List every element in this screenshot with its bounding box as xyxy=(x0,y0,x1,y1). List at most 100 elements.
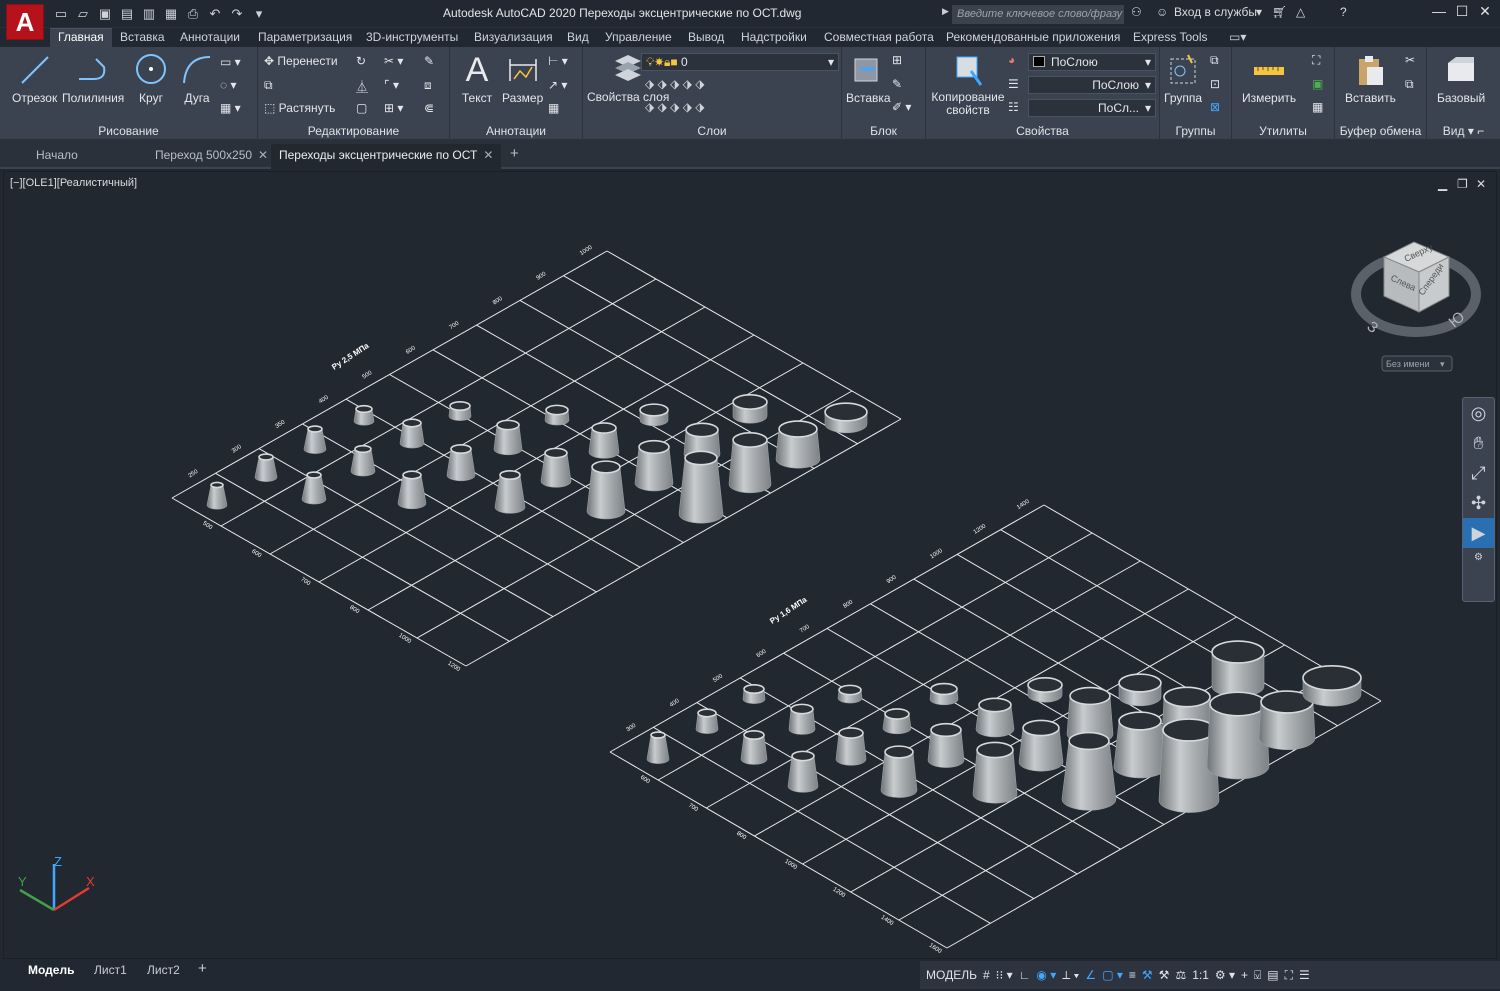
tab-express-tools[interactable]: Express Tools xyxy=(1133,30,1207,44)
annotation-panel-label[interactable]: Аннотации xyxy=(450,124,582,138)
tab-model-layout[interactable]: Модель xyxy=(28,963,74,977)
layer-tools-row2-icons[interactable]: ⬗ ⬗ ⬗ ⬗ ⬗ xyxy=(645,100,704,114)
auto-scale-icon[interactable]: ⚒ xyxy=(1159,968,1170,982)
drawing-viewport[interactable]: [−][OLE1][Реалистичный] ▁ ❐ ✕ 250 300 350 4… xyxy=(3,171,1497,959)
color-dropdown[interactable]: ПоСлою ▾ xyxy=(1028,53,1156,71)
orbit-icon[interactable]: ✣ xyxy=(1463,488,1494,518)
block-attributes-icon[interactable]: ✐ ▾ xyxy=(892,100,911,114)
a360-icon[interactable]: △ xyxy=(1296,5,1305,19)
clean-screen-icon[interactable]: ⛶ xyxy=(1285,968,1293,983)
application-menu-button[interactable]: A xyxy=(6,4,44,40)
isodraft-icon[interactable]: ⟂ ▾ xyxy=(1062,968,1079,983)
modify-panel-label[interactable]: Редактирование xyxy=(258,124,449,138)
group-edit-icon[interactable]: ⊡ xyxy=(1210,77,1220,91)
signin-dropdown-icon[interactable]: ▾ xyxy=(1256,5,1262,19)
linear-dim-icon[interactable]: ⊢ ▾ xyxy=(548,54,568,68)
tab-parametric[interactable]: Параметризация xyxy=(258,30,352,44)
hatch-icon[interactable]: ◌ ▾ xyxy=(220,78,237,92)
osnap-tracking-icon[interactable]: ∠ xyxy=(1085,968,1096,982)
arc-tool[interactable]: Дуга xyxy=(180,51,214,105)
showmotion-icon[interactable]: ▶ xyxy=(1463,518,1494,548)
tab-3d-tools[interactable]: 3D-инструменты xyxy=(366,30,458,44)
fillet-icon[interactable]: ⌜ ▾ xyxy=(384,78,399,92)
stretch-tool[interactable]: ⬚ Растянуть xyxy=(264,101,335,115)
close-window-icon[interactable]: ✕ xyxy=(1474,3,1496,20)
units-icon[interactable]: ⍌ xyxy=(1254,968,1261,983)
copy-clip-icon[interactable]: ⧉ xyxy=(1405,77,1414,92)
viewcube[interactable]: Сверху Слева Спереди З Ю xyxy=(1351,241,1481,337)
offset-icon[interactable]: ⋐ xyxy=(424,101,434,115)
print-icon[interactable]: ⎙ xyxy=(184,5,202,23)
customize-status-icon[interactable]: ☰ xyxy=(1299,968,1310,982)
array-icon[interactable]: ⊞ ▾ xyxy=(384,101,403,115)
mirror-icon[interactable]: ⏅ xyxy=(356,78,368,95)
tab-visualize[interactable]: Визуализация xyxy=(474,30,553,44)
workspace-gear-icon[interactable]: ⚙ ▾ xyxy=(1215,968,1235,982)
tab-document-2[interactable]: Переходы эксцентрические по ОСТ ✕ xyxy=(271,144,502,169)
web-mobile-save-icon[interactable]: ▦ xyxy=(162,5,180,23)
annotation-scale-value[interactable]: 1:1 xyxy=(1192,968,1209,982)
model-space-canvas[interactable]: 250 300 350 400 500 600 700 800 900 1000 500 600 700… xyxy=(4,172,1496,958)
ucs-menu[interactable]: Без имени ▾ xyxy=(1381,355,1453,372)
store-cart-icon[interactable]: 🛒︎ xyxy=(1272,5,1287,19)
binoculars-icon[interactable]: ⚇ xyxy=(1131,5,1142,19)
calculator-icon[interactable]: ▦ xyxy=(1312,100,1323,114)
select-similar-icon[interactable]: ⛶ xyxy=(1312,53,1320,68)
tab-manage[interactable]: Управление xyxy=(605,30,672,44)
customize-qat-icon[interactable]: ▾ xyxy=(250,5,268,23)
properties-panel-label[interactable]: Свойства xyxy=(926,124,1159,138)
new-file-icon[interactable]: ▭ xyxy=(52,5,70,23)
annotation-monitor-icon[interactable]: + xyxy=(1241,968,1248,982)
match-properties-tool[interactable]: Копирование свойств xyxy=(930,51,1006,117)
groups-panel-label[interactable]: Группы xyxy=(1160,124,1231,138)
tab-view[interactable]: Вид xyxy=(567,30,589,44)
paste-tool[interactable]: Вставить xyxy=(1345,51,1396,105)
polyline-tool[interactable]: Полилиния xyxy=(62,51,124,105)
minimize-window-icon[interactable]: — xyxy=(1428,3,1450,19)
lineweight-dropdown[interactable]: ПоСл... ▾ xyxy=(1028,99,1156,117)
undo-icon[interactable]: ↶ xyxy=(206,5,224,23)
block-panel-label[interactable]: Блок xyxy=(842,124,925,138)
tab-home[interactable]: Главная xyxy=(50,28,112,47)
scale-icon[interactable]: ▢ xyxy=(356,101,367,115)
annotation-scale-icon[interactable]: ⚖ xyxy=(1175,968,1186,982)
signin-button[interactable]: Вход в службы xyxy=(1174,5,1257,19)
move-tool[interactable]: ✥ Перенести xyxy=(264,54,338,68)
polar-toggle-icon[interactable]: ◉ ▾ xyxy=(1036,968,1056,982)
snap-toggle-icon[interactable]: ⁝⁝ ▾ xyxy=(996,968,1013,982)
tab-addins[interactable]: Надстройки xyxy=(741,30,807,44)
tab-layout-1[interactable]: Лист1 xyxy=(94,963,127,977)
tab-featured-apps[interactable]: Рекомендованные приложения xyxy=(946,30,1120,44)
tab-annotate[interactable]: Аннотации xyxy=(180,30,240,44)
model-space-button[interactable]: МОДЕЛЬ xyxy=(926,968,977,982)
save-icon[interactable]: ▣ xyxy=(96,5,114,23)
web-mobile-open-icon[interactable]: ▥ xyxy=(140,5,158,23)
text-tool[interactable]: A Текст xyxy=(460,51,494,105)
quick-properties-icon[interactable]: ▤ xyxy=(1267,968,1278,982)
maximize-window-icon[interactable]: ☐ xyxy=(1451,3,1473,20)
color-wheel-icon[interactable]: ◕ xyxy=(1008,53,1015,67)
grid-toggle-icon[interactable]: # xyxy=(983,968,990,982)
tab-insert[interactable]: Вставка xyxy=(120,30,165,44)
help-icon[interactable]: ? xyxy=(1340,5,1347,19)
new-tab-button[interactable]: + xyxy=(510,145,519,162)
layer-dropdown[interactable]: 💡︎☀︎🔒︎■ 0 ▾ xyxy=(641,53,839,71)
open-file-icon[interactable]: ▱ xyxy=(74,5,92,23)
edit-block-icon[interactable]: ✎ xyxy=(892,77,902,91)
trim-icon[interactable]: ✂ ▾ xyxy=(384,54,403,68)
tab-start[interactable]: Начало xyxy=(36,148,78,162)
dimension-tool[interactable]: Размер xyxy=(502,51,543,105)
circle-tool[interactable]: Круг xyxy=(134,51,168,105)
linetype-dropdown[interactable]: ПоСлою ▾ xyxy=(1028,76,1156,94)
ortho-toggle-icon[interactable]: ∟ xyxy=(1019,968,1031,982)
close-tab-2-icon[interactable]: ✕ xyxy=(483,148,493,162)
user-icon[interactable]: ☺ xyxy=(1156,5,1168,19)
gradient-icon[interactable]: ▦ ▾ xyxy=(220,101,241,115)
steering-wheel-icon[interactable]: ◎ xyxy=(1463,398,1494,428)
layers-panel-label[interactable]: Слои xyxy=(583,124,841,138)
navbar-options-icon[interactable]: ⚙ xyxy=(1463,548,1494,568)
group-tool[interactable]: Группа xyxy=(1164,51,1202,105)
lineweight-icon[interactable]: ☷ xyxy=(1008,100,1019,114)
redo-icon[interactable]: ↷ xyxy=(228,5,246,23)
tab-output[interactable]: Вывод xyxy=(688,30,724,44)
